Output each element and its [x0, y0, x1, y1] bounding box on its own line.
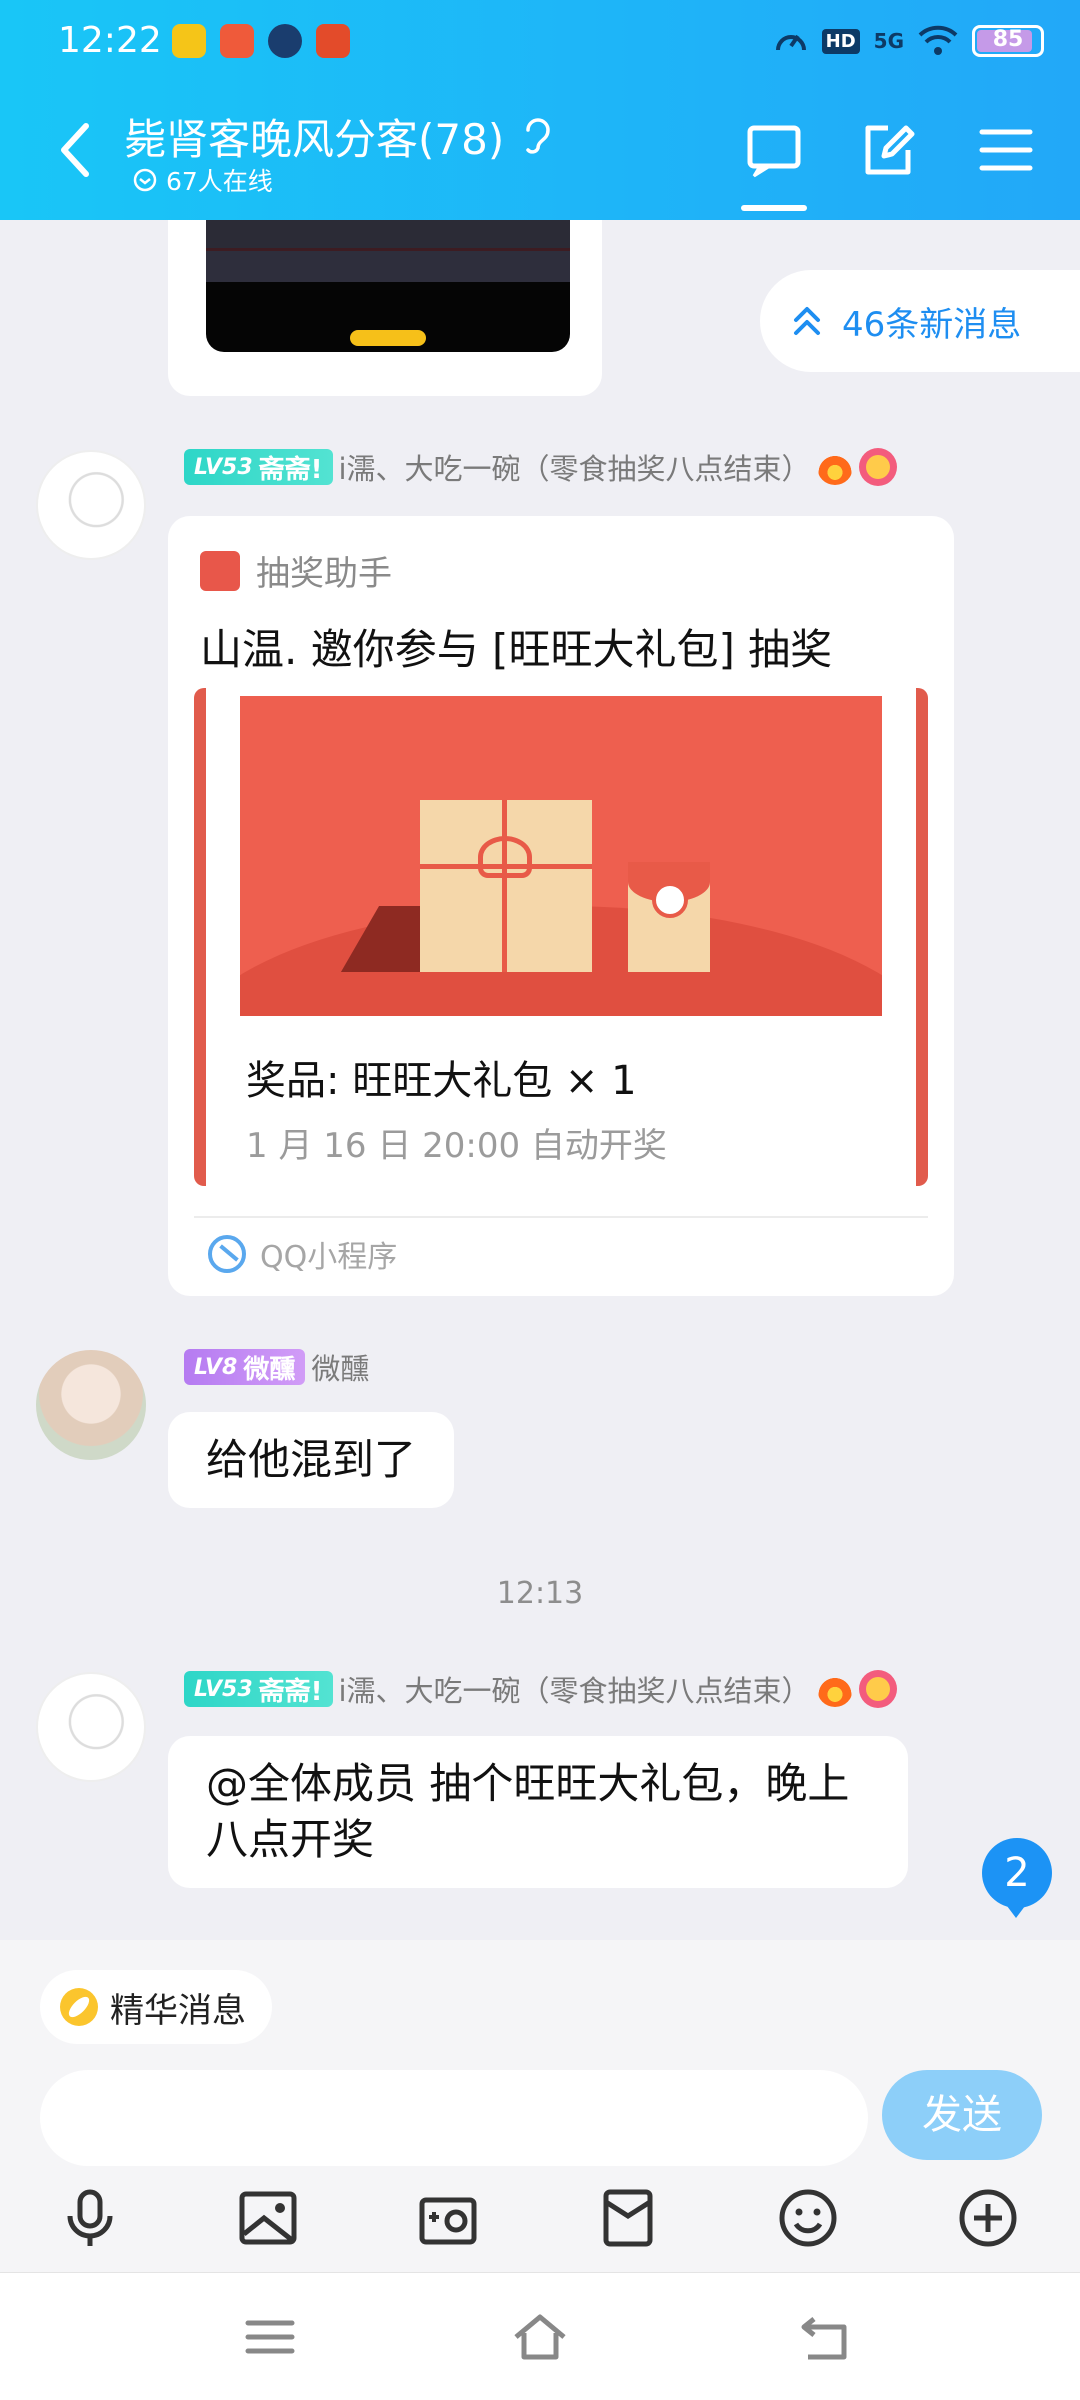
coin-app-icon	[172, 24, 206, 58]
envelope-icon	[628, 862, 710, 972]
avatar[interactable]	[36, 1672, 146, 1782]
prize-illustration	[240, 696, 882, 1016]
screenshot-button	[350, 330, 426, 346]
chat-tab[interactable]	[744, 120, 804, 180]
lottery-prize-panel[interactable]: 奖品: 旺旺大礼包 × 1 1 月 16 日 20:00 自动开奖	[194, 688, 928, 1186]
lottery-card[interactable]: 抽奖助手 山温. 邀你参与 [旺旺大礼包] 抽奖 奖品: 旺旺大礼包 × 1 1…	[168, 516, 954, 1296]
input-area: 精华消息 发送	[0, 1940, 1080, 2272]
game-screenshot-image[interactable]	[206, 220, 570, 352]
message-app-icon	[268, 24, 302, 58]
microphone-icon[interactable]	[58, 2186, 122, 2250]
sender-name[interactable]: i濡、大吃一碗（零食抽奖八点结束）	[339, 1668, 811, 1710]
sender-line: LV8 微醺 微醺	[184, 1346, 369, 1388]
active-tab-indicator	[741, 205, 807, 211]
emoji-icon[interactable]	[776, 2186, 840, 2250]
battery-level: 85	[992, 27, 1024, 52]
level-badge: LV8 微醺	[184, 1349, 306, 1385]
edit-button[interactable]	[858, 120, 918, 180]
avatar[interactable]	[36, 450, 146, 560]
text-message[interactable]: 给他混到了	[168, 1412, 455, 1508]
sender-name[interactable]: 微醺	[311, 1346, 369, 1388]
sender-line: LV53 斋斋! i濡、大吃一碗（零食抽奖八点结束）	[184, 1668, 897, 1710]
system-icons: HD 5G 85	[774, 24, 1044, 58]
lottery-title: 山温. 邀你参与 [旺旺大礼包] 抽奖	[200, 625, 833, 674]
fire-icon	[816, 1671, 853, 1707]
recent-apps-icon[interactable]	[240, 2307, 300, 2367]
sender-line: LV53 斋斋! i濡、大吃一碗（零食抽奖八点结束）	[184, 446, 897, 488]
double-up-icon	[794, 307, 820, 335]
system-navigation-bar	[0, 2272, 1080, 2400]
chat-header: 12:22 HD 5G 85 毙肾客晚风分客(78) 67人在线	[0, 0, 1080, 220]
status-bar: 12:22 HD 5G 85	[0, 0, 1080, 85]
red-packet-icon[interactable]	[596, 2186, 660, 2250]
group-title[interactable]: 毙肾客晚风分客(78)	[124, 106, 504, 167]
online-count: 67人在线	[166, 167, 273, 196]
home-icon[interactable]	[510, 2307, 570, 2367]
divider	[194, 1216, 928, 1218]
lottery-source: 抽奖助手	[200, 546, 392, 595]
smile-badge-icon	[858, 448, 897, 486]
image-icon[interactable]	[236, 2186, 300, 2250]
new-messages-label: 46条新消息	[842, 304, 1022, 345]
avatar[interactable]	[36, 1350, 146, 1460]
menu-button[interactable]	[976, 120, 1036, 180]
chat-message-list[interactable]: 46条新消息 LV53 斋斋! i濡、大吃一碗（零食抽奖八点结束） 抽奖助手 山…	[0, 220, 1080, 1940]
shop-app-icon	[220, 24, 254, 58]
message-input[interactable]	[40, 2070, 868, 2166]
new-messages-button[interactable]: 46条新消息	[760, 270, 1080, 372]
time-separator: 12:13	[496, 1576, 584, 1611]
sender-name[interactable]: i濡、大吃一碗（零食抽奖八点结束）	[339, 446, 811, 488]
mini-program-footer: QQ小程序	[208, 1232, 397, 1276]
star-icon	[60, 1988, 98, 2026]
online-icon	[133, 168, 157, 192]
mini-program-icon	[208, 1235, 246, 1273]
signal-icon: 5G	[873, 29, 904, 53]
essence-messages-button[interactable]: 精华消息	[40, 1970, 272, 2044]
level-badge: LV53 斋斋!	[184, 449, 333, 485]
notification-icons	[172, 24, 350, 58]
ear-icon[interactable]	[520, 112, 556, 160]
plus-icon[interactable]	[956, 2186, 1020, 2250]
online-status: 67人在线	[132, 162, 273, 198]
level-badge: LV53 斋斋!	[184, 1671, 333, 1707]
clock: 12:22	[58, 20, 162, 61]
input-toolbar	[0, 2176, 1080, 2272]
camera-icon[interactable]	[416, 2186, 480, 2250]
text-message[interactable]: @全体成员 抽个旺旺大礼包，晚上八点开奖	[168, 1736, 908, 1888]
speed-icon	[775, 34, 806, 51]
back-nav-icon[interactable]	[796, 2307, 856, 2367]
send-button[interactable]: 发送	[882, 2070, 1042, 2160]
draw-time: 1 月 16 日 20:00 自动开奖	[246, 1126, 667, 1166]
smile-badge-icon	[858, 1670, 897, 1708]
fire-icon	[816, 449, 853, 485]
gift-box-icon	[420, 800, 592, 972]
game-app-icon	[316, 24, 350, 58]
battery-icon: 85	[972, 25, 1044, 57]
hd-badge: HD	[821, 28, 860, 54]
unread-count-badge[interactable]: 2	[982, 1838, 1052, 1918]
prize-text: 奖品: 旺旺大礼包 × 1	[246, 1058, 637, 1104]
back-button[interactable]	[54, 120, 96, 180]
screenshot-rows	[206, 220, 570, 282]
wifi-icon	[918, 25, 958, 55]
gift-icon	[200, 550, 240, 591]
